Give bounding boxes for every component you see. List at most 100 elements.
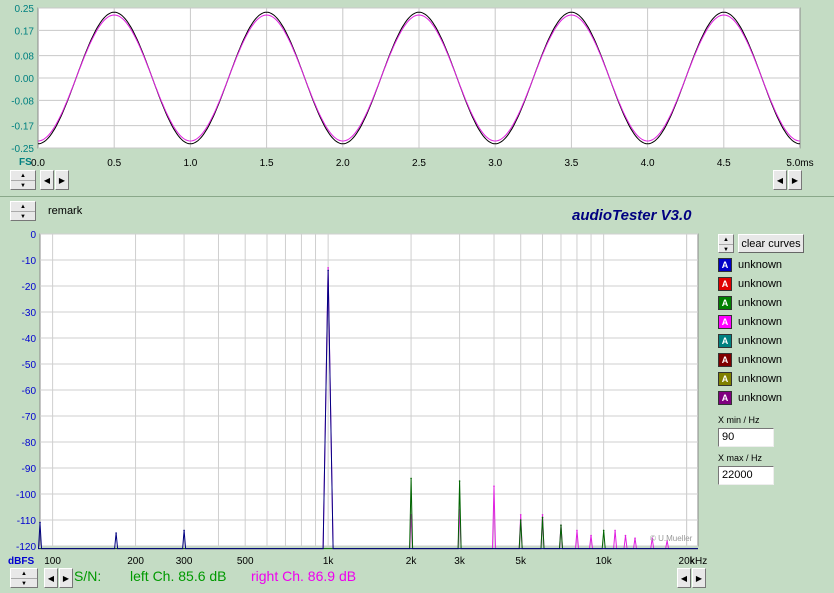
sn-label: S/N:	[74, 568, 102, 584]
scope-y-spin[interactable]: ▲ ▼	[10, 170, 36, 190]
app-title: audioTester V3.0	[572, 207, 692, 224]
legend-item[interactable]: Aunknown	[718, 389, 782, 406]
scope-scroll-left-button[interactable]: ◀	[773, 170, 787, 190]
spectrum-x-tick: 200	[127, 556, 144, 567]
spectrum-y-spin[interactable]: ▲ ▼	[10, 568, 38, 588]
spectrum-y-tick: -110	[17, 516, 37, 527]
spectrum-y-tick: -60	[22, 386, 37, 397]
legend-color-swatch[interactable]: A	[718, 295, 732, 310]
spectrum-x-tick: 1k	[323, 556, 335, 567]
legend-color-swatch[interactable]: A	[718, 257, 732, 272]
spectrum-scroll-left-button[interactable]: ◀	[677, 568, 691, 588]
legend-label: unknown	[738, 391, 783, 404]
spectrum-y-tick: 0	[30, 230, 36, 241]
xmax-input[interactable]: 22000	[718, 466, 774, 485]
legend-label: unknown	[738, 296, 783, 309]
legend-label: unknown	[738, 315, 783, 328]
spectrum-chart: 0 -10 -20 -30 -40 -50 -60 -70 -80 -90 -100 -110 -120…	[8, 230, 707, 567]
spectrum-y-tick: -70	[22, 412, 37, 423]
legend-item[interactable]: Aunknown	[718, 370, 782, 387]
spectrum-x-tick: 100	[44, 556, 61, 567]
spectrum-x-tick: 3k	[454, 556, 466, 567]
xmin-label: X min / Hz	[718, 415, 760, 425]
legend-label: unknown	[738, 353, 783, 366]
spectrum-peak-point	[590, 534, 592, 537]
scope-x-tick: 2.5	[412, 158, 426, 169]
spectrum-peak-point	[541, 514, 544, 516]
spectrum-x-tick: 300	[176, 556, 193, 567]
remark-spin[interactable]: ▲ ▼	[10, 201, 36, 221]
spectrum-peak-point	[634, 537, 636, 539]
legend-color-swatch[interactable]: A	[718, 352, 732, 367]
legend-label: unknown	[738, 277, 783, 290]
spectrum-right-button[interactable]: ▶	[59, 568, 73, 588]
spectrum-x-tick: 500	[237, 556, 254, 567]
scope-x-tick: 2.0	[336, 158, 350, 169]
legend-color-swatch[interactable]: A	[718, 371, 732, 386]
spectrum-x-tick: 10k	[596, 556, 613, 567]
legend-color-swatch[interactable]: A	[718, 276, 732, 291]
spectrum-peak-point	[39, 521, 41, 524]
xmax-label: X max / Hz	[718, 453, 763, 463]
scope-x-tick: 0.0	[31, 158, 45, 169]
scope-scroll-right-button[interactable]: ▶	[788, 170, 802, 190]
spectrum-y-tick: -40	[22, 334, 37, 345]
divider	[0, 196, 834, 197]
spectrum-y-tick: -100	[16, 490, 36, 501]
spectrum-peak-point	[458, 480, 461, 482]
scope-x-tick: 3.0	[488, 158, 502, 169]
legend-label: unknown	[738, 372, 783, 385]
spectrum-left-button[interactable]: ◀	[44, 568, 58, 588]
legend-item[interactable]: Aunknown	[718, 351, 782, 368]
spectrum-unit-label: dBFS	[8, 556, 34, 567]
spectrum-peak-point	[614, 529, 616, 532]
spectrum-scroll-right-button[interactable]: ▶	[692, 568, 706, 588]
spectrum-peak-point	[115, 532, 117, 534]
scope-y-ticks: 0.25 0.17 0.08 0.00 -0.08 -0.17 -0.25	[11, 4, 34, 155]
scope-y-tick: -0.17	[11, 122, 34, 133]
sn-left-value: left Ch. 85.6 dB	[130, 568, 227, 584]
spectrum-peak-point	[541, 516, 544, 519]
legend-item[interactable]: Aunknown	[718, 313, 782, 330]
spectrum-peak-point	[602, 529, 605, 532]
spectrum-peak-point	[327, 269, 329, 272]
spectrum-peak-point	[576, 529, 578, 532]
legend-spin[interactable]: ▲ ▼	[718, 234, 734, 253]
spectrum-peak-point	[183, 529, 185, 532]
scope-right-button[interactable]: ▶	[55, 170, 69, 190]
clear-curves-button[interactable]: clear curves	[738, 234, 804, 253]
spectrum-y-ticks: 0 -10 -20 -30 -40 -50 -60 -70 -80 -90 -100 -110 -120	[16, 230, 36, 553]
spectrum-x-unit: kHz	[690, 556, 707, 567]
legend-item[interactable]: Aunknown	[718, 332, 782, 349]
legend-item[interactable]: Aunknown	[718, 294, 782, 311]
scope-x-tick: 1.5	[260, 158, 274, 169]
spectrum-peak-point	[493, 485, 495, 488]
spectrum-x-tick: 5k	[515, 556, 527, 567]
legend-label: unknown	[738, 258, 783, 271]
legend-color-swatch[interactable]: A	[718, 333, 732, 348]
spectrum-peak-point	[519, 514, 522, 516]
credit-label: © U.Mueller	[650, 534, 693, 543]
legend-color-swatch[interactable]: A	[718, 390, 732, 405]
spectrum-peak-point	[624, 534, 627, 537]
scope-x-tick: 3.5	[564, 158, 578, 169]
scope-corner-label: FS	[19, 157, 32, 168]
scope-x-tick: 0.5	[107, 158, 121, 169]
xmin-input[interactable]: 90	[718, 428, 774, 447]
legend-color-swatch[interactable]: A	[718, 314, 732, 329]
spectrum-x-tick: 2k	[406, 556, 418, 567]
legend-item[interactable]: Aunknown	[718, 256, 782, 273]
spectrum-y-tick: -120	[16, 542, 36, 553]
legend-item[interactable]: Aunknown	[718, 275, 782, 292]
spectrum-peak-point	[327, 267, 329, 269]
spectrum-y-tick: -30	[22, 308, 37, 319]
scope-y-tick: -0.25	[11, 144, 34, 155]
legend-label: unknown	[738, 334, 783, 347]
spectrum-peak-point	[410, 477, 412, 480]
scope-left-button[interactable]: ◀	[40, 170, 54, 190]
scope-chart: 0.25 0.17 0.08 0.00 -0.08 -0.17 -0.25 0.0 0.5 1.…	[11, 4, 813, 169]
spectrum-peak-point	[560, 524, 562, 526]
spectrum-y-tick: -80	[22, 438, 37, 449]
scope-y-tick: -0.08	[11, 96, 34, 107]
spectrum-y-tick: -10	[22, 256, 37, 267]
